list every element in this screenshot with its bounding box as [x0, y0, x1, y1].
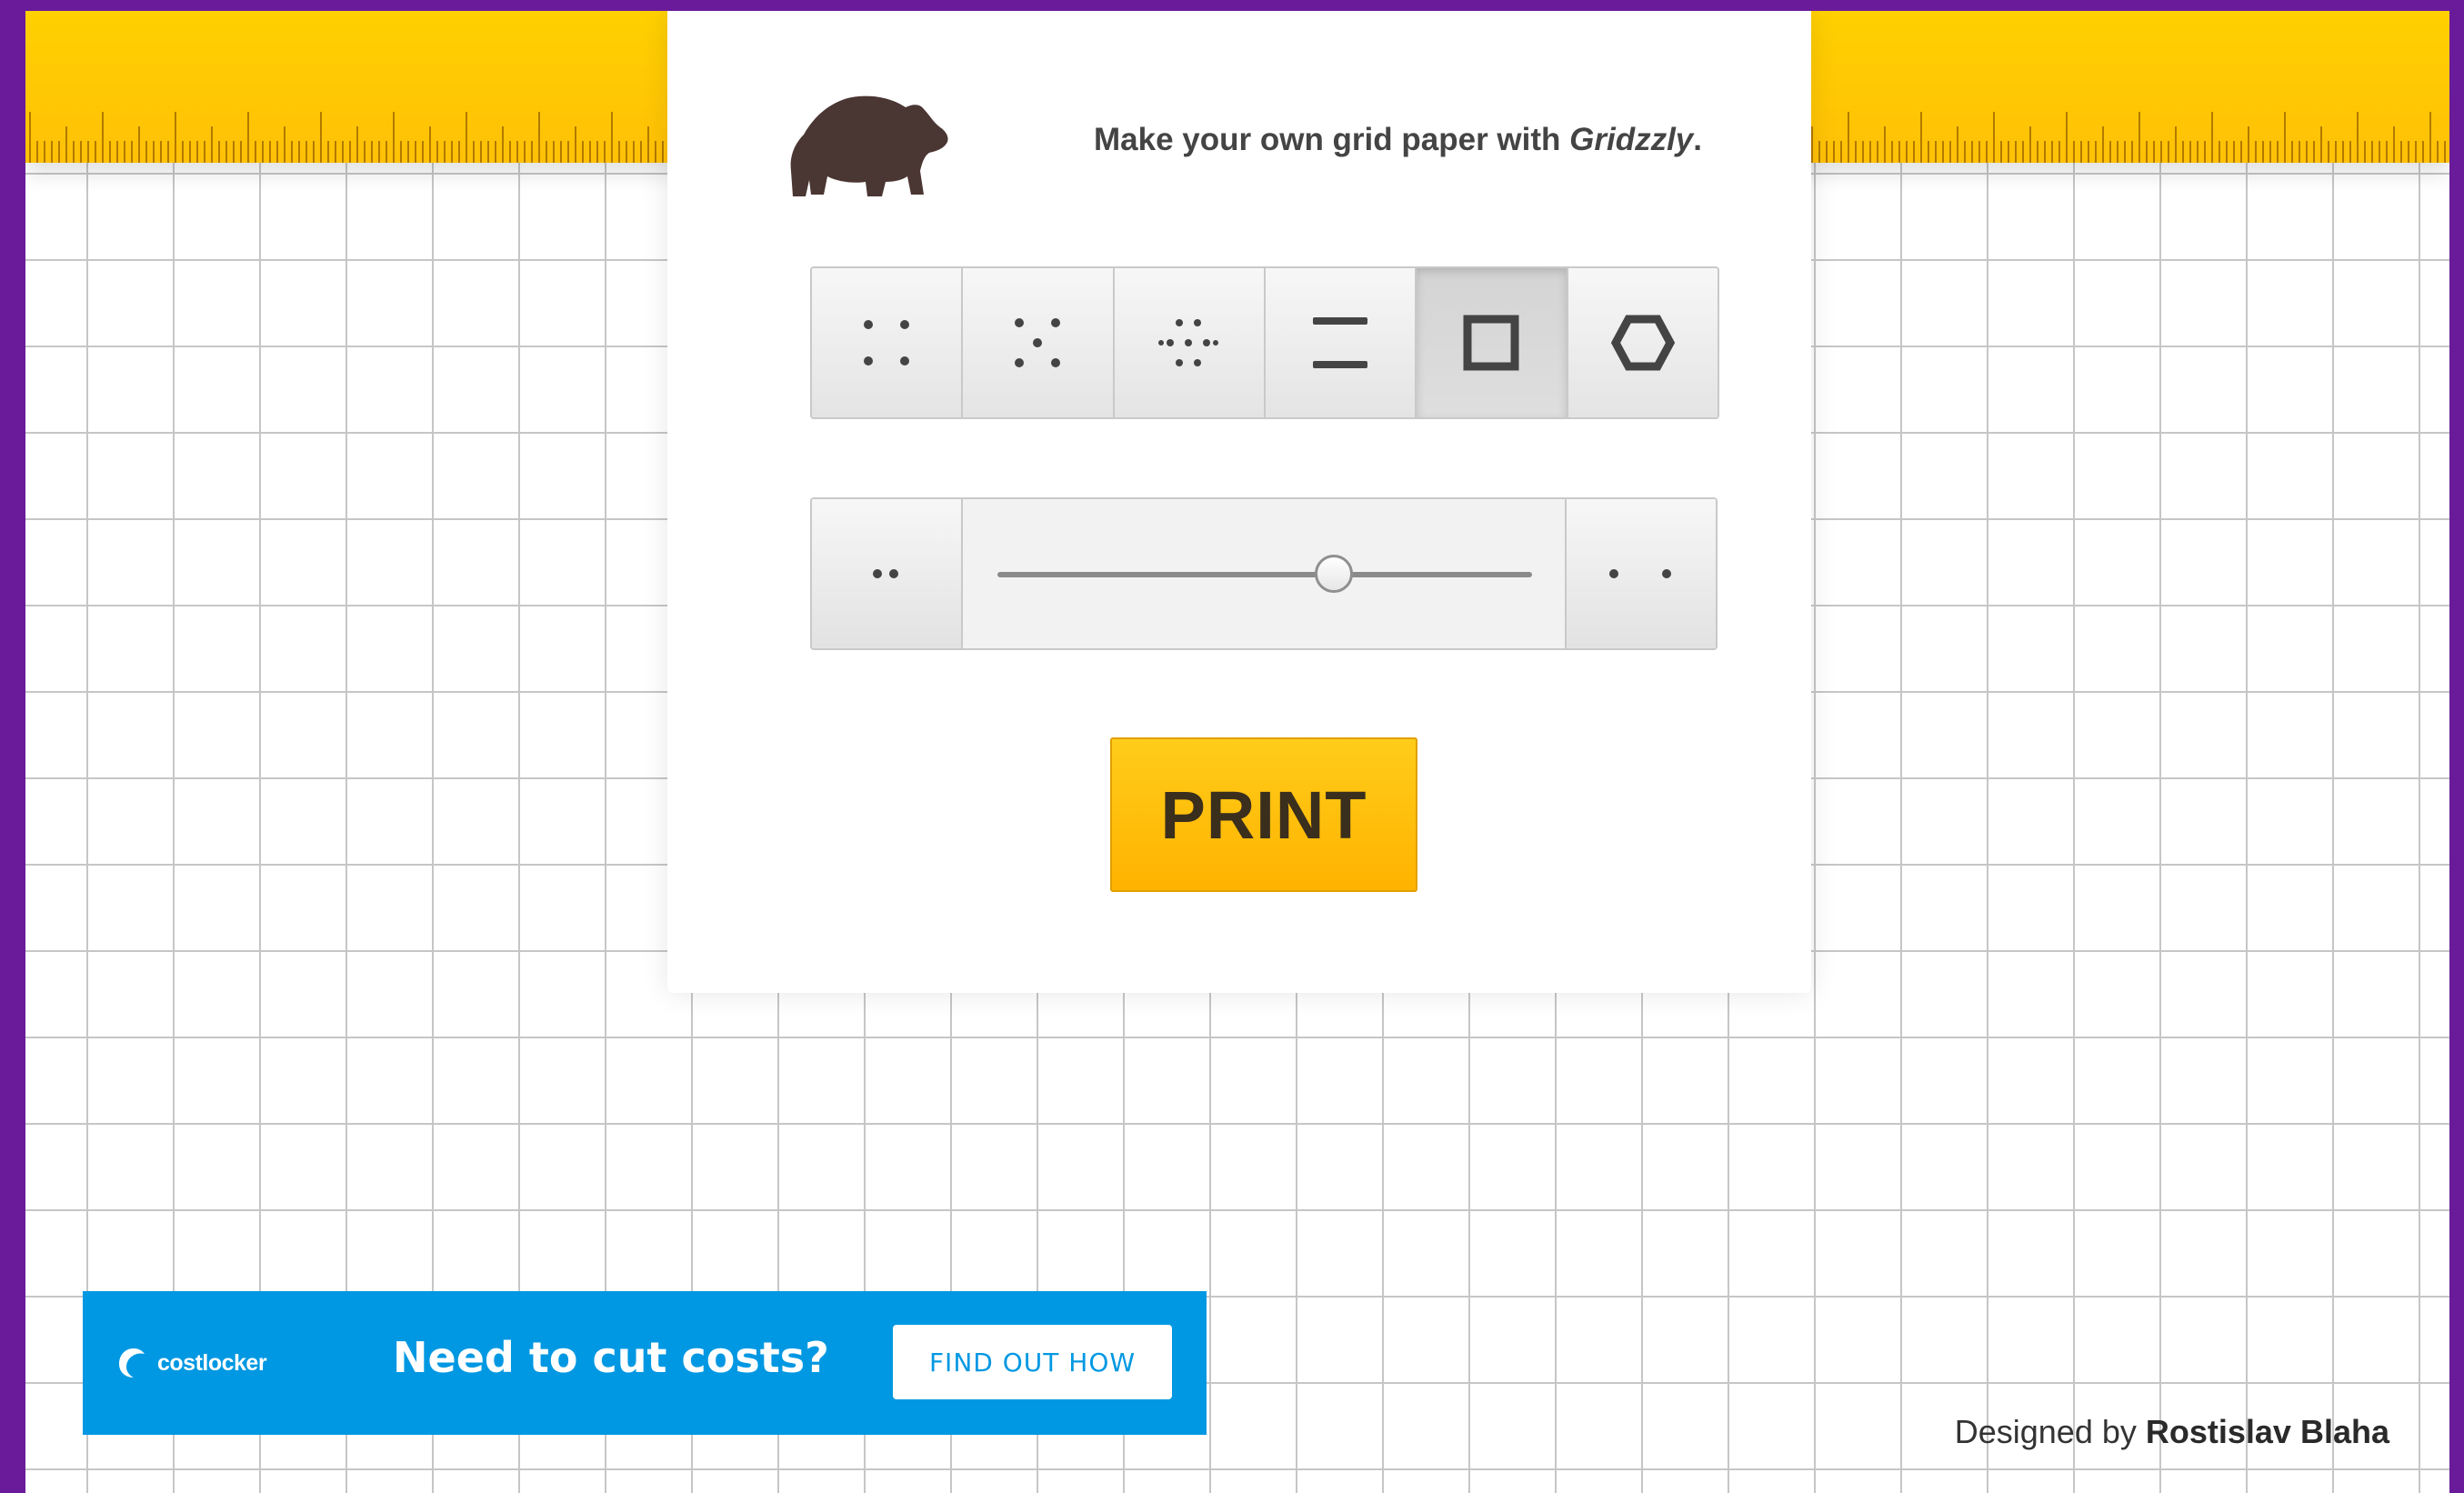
app-frame: Make your own grid paper with Gridzzly.	[25, 11, 2449, 1493]
small-spacing-icon	[873, 569, 898, 578]
ad-banner[interactable]: costlocker Need to cut costs? FIND OUT H…	[83, 1291, 1207, 1435]
find-out-how-button[interactable]: FIND OUT HOW	[893, 1325, 1172, 1399]
ad-headline: Need to cut costs?	[393, 1333, 829, 1382]
author-link[interactable]: Rostislav Blaha	[2146, 1413, 2389, 1450]
spacing-slider	[810, 497, 1718, 650]
decrease-spacing-button[interactable]	[812, 499, 963, 648]
control-panel: Make your own grid paper with Gridzzly.	[667, 11, 1811, 993]
pattern-hexagon-button[interactable]	[1568, 268, 1718, 417]
costlocker-logo-icon	[119, 1348, 145, 1378]
pattern-selector	[810, 266, 1719, 419]
pattern-dots-offset-button[interactable]	[963, 268, 1115, 417]
credits: Designed by Rostislav Blaha	[1955, 1413, 2389, 1451]
ad-logo: costlocker	[117, 1347, 267, 1379]
lines-pattern-icon	[1313, 317, 1368, 368]
slider-thumb[interactable]	[1315, 555, 1354, 593]
tagline: Make your own grid paper with Gridzzly.	[993, 122, 1702, 158]
pattern-lines-button[interactable]	[1265, 268, 1417, 417]
dots-pattern-icon	[864, 320, 910, 366]
pattern-square-button[interactable]	[1417, 268, 1568, 417]
dots-triangle-pattern-icon	[1157, 319, 1218, 366]
tagline-prefix: Make your own grid paper with	[1094, 122, 1570, 157]
square-pattern-icon	[1463, 315, 1519, 371]
dots-offset-pattern-icon	[1015, 318, 1061, 367]
tagline-suffix: .	[1693, 122, 1702, 157]
ad-brand: costlocker	[157, 1349, 267, 1376]
pattern-dots-button[interactable]	[812, 268, 964, 417]
increase-spacing-button[interactable]	[1565, 499, 1716, 648]
hexagon-pattern-icon	[1610, 315, 1675, 371]
brand-name: Gridzzly	[1569, 122, 1694, 157]
credits-prefix: Designed by	[1954, 1413, 2146, 1450]
slider-track-area[interactable]	[963, 499, 1565, 648]
slider-track[interactable]	[997, 572, 1532, 577]
pattern-dots-triangle-button[interactable]	[1114, 268, 1266, 417]
print-button[interactable]: PRINT	[1110, 737, 1417, 892]
large-spacing-icon	[1609, 569, 1671, 578]
bear-icon	[790, 95, 948, 196]
